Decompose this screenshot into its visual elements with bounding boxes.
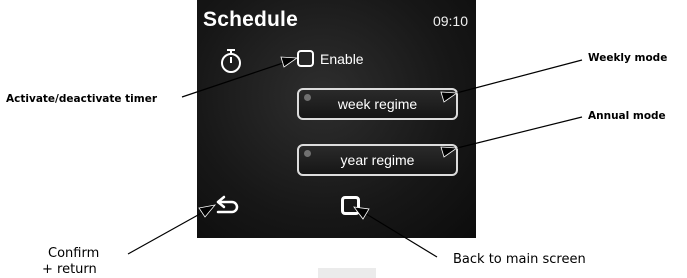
timer-arrow bbox=[181, 61, 287, 98]
annual-arrow bbox=[444, 116, 583, 152]
weekly-arrowhead bbox=[440, 91, 459, 103]
weekly-arrow bbox=[444, 59, 583, 97]
confirm-arrowhead bbox=[198, 204, 217, 218]
annual-arrowhead bbox=[440, 146, 459, 158]
callout-arrows bbox=[127, 56, 583, 258]
back-arrowhead bbox=[353, 206, 370, 220]
timer-arrowhead bbox=[280, 56, 299, 68]
confirm-arrow bbox=[127, 209, 208, 255]
back-arrow bbox=[362, 211, 438, 258]
